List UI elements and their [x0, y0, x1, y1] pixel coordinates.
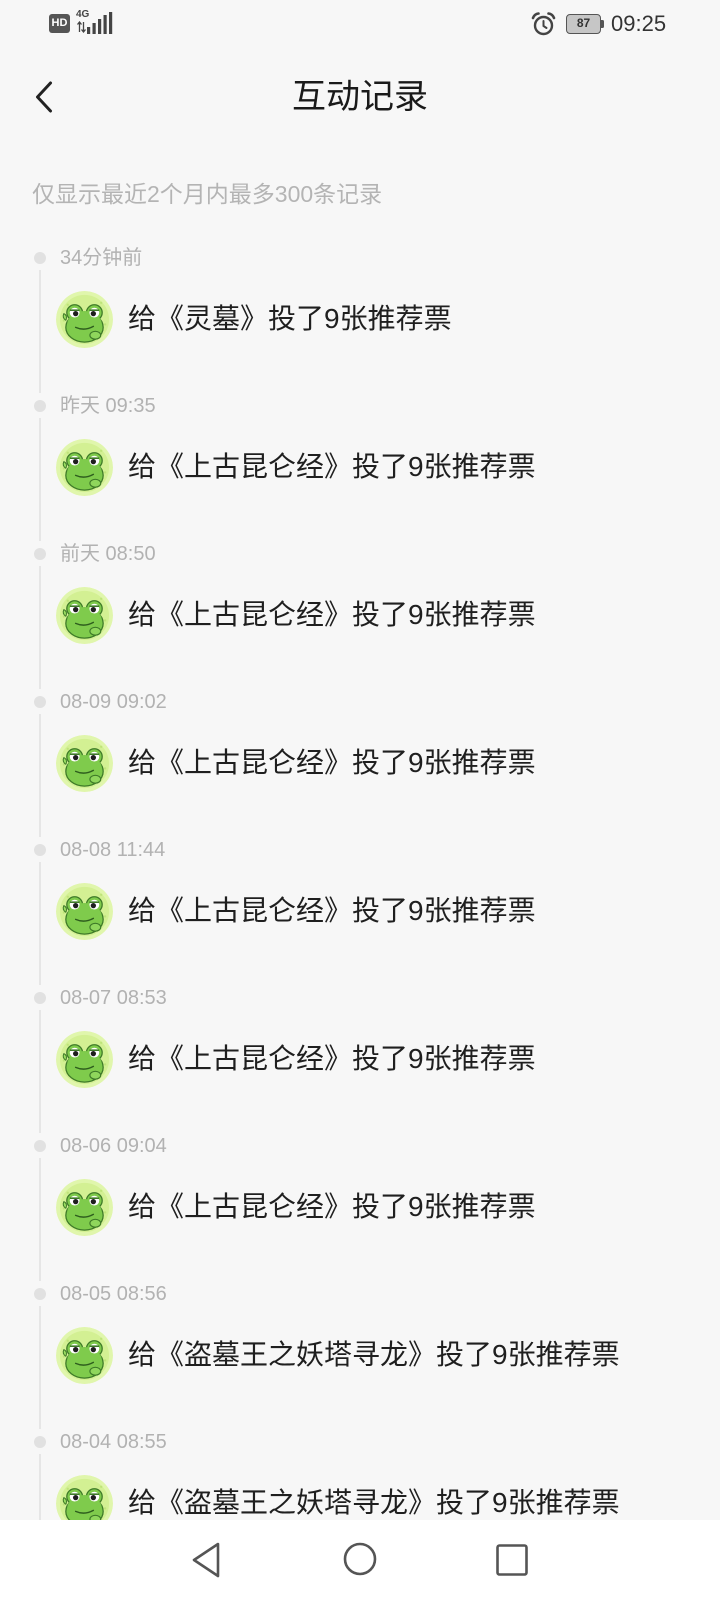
frog-icon	[56, 1178, 113, 1236]
record-time: 34分钟前	[60, 247, 143, 269]
frog-icon	[56, 1030, 113, 1088]
record-text: 给《灵墓》投了9张推荐票	[128, 303, 452, 334]
timeline-line	[39, 1158, 41, 1281]
record-text: 给《盗墓王之妖塔寻龙》投了9张推荐票	[128, 1487, 620, 1518]
timeline-line	[39, 1010, 41, 1133]
timeline-line	[39, 714, 41, 837]
record-item: 08-06 09:04 给《上古昆仑经》投了9张推荐票	[0, 1134, 720, 1282]
record-content[interactable]: 给《上古昆仑经》投了9张推荐票	[56, 882, 536, 940]
frog-icon	[56, 586, 113, 644]
timeline-dot	[34, 844, 46, 856]
record-item: 08-08 11:44 给《上古昆仑经》投了9张推荐票	[0, 838, 720, 986]
avatar	[56, 290, 113, 348]
record-text: 给《上古昆仑经》投了9张推荐票	[128, 1043, 536, 1074]
record-item: 08-09 09:02 给《上古昆仑经》投了9张推荐票	[0, 690, 720, 838]
frog-icon	[56, 882, 113, 940]
frog-icon	[56, 1326, 113, 1384]
battery-indicator: 87	[566, 14, 605, 34]
timeline-line	[39, 566, 41, 689]
record-time: 前天 08:50	[60, 543, 156, 565]
record-item: 34分钟前 给《灵墓》投了9张推荐票	[0, 246, 720, 394]
timeline-line	[39, 862, 41, 985]
record-text: 给《上古昆仑经》投了9张推荐票	[128, 599, 536, 630]
record-time: 08-08 11:44	[60, 839, 166, 861]
record-text: 给《上古昆仑经》投了9张推荐票	[128, 1191, 536, 1222]
timeline-dot	[34, 548, 46, 560]
frog-icon	[56, 438, 113, 496]
timeline-line	[39, 418, 41, 541]
record-text: 给《盗墓王之妖塔寻龙》投了9张推荐票	[128, 1339, 620, 1370]
record-content[interactable]: 给《上古昆仑经》投了9张推荐票	[56, 586, 536, 644]
record-item: 08-05 08:56 给《盗墓王之妖塔寻龙》投了9张推荐票	[0, 1282, 720, 1430]
record-time: 08-06 09:04	[60, 1135, 167, 1157]
record-content[interactable]: 给《盗墓王之妖塔寻龙》投了9张推荐票	[56, 1326, 620, 1384]
alarm-clock-icon	[531, 12, 556, 36]
record-item: 08-07 08:53 给《上古昆仑经》投了9张推荐票	[0, 986, 720, 1134]
record-content[interactable]: 给《上古昆仑经》投了9张推荐票	[56, 1178, 536, 1236]
records-list[interactable]: 34分钟前 给《灵墓》投了9张推荐票 昨天 09:35 给《上古昆仑经》投了9张…	[0, 246, 720, 1578]
timeline-line	[39, 270, 41, 393]
record-text: 给《上古昆仑经》投了9张推荐票	[128, 451, 536, 482]
square-recents-icon[interactable]	[495, 1543, 529, 1577]
avatar	[56, 734, 113, 792]
avatar	[56, 1326, 113, 1384]
battery-level: 87	[566, 14, 601, 34]
record-content[interactable]: 给《上古昆仑经》投了9张推荐票	[56, 1030, 536, 1088]
avatar	[56, 1178, 113, 1236]
avatar	[56, 586, 113, 644]
page-title: 互动记录	[292, 78, 428, 116]
record-content[interactable]: 给《上古昆仑经》投了9张推荐票	[56, 734, 536, 792]
record-content[interactable]: 给《灵墓》投了9张推荐票	[56, 290, 452, 348]
hd-badge: HD	[49, 14, 70, 33]
timeline-dot	[34, 252, 46, 264]
timeline-dot	[34, 696, 46, 708]
avatar	[56, 1030, 113, 1088]
data-arrows-icon	[77, 21, 86, 33]
timeline-dot	[34, 1288, 46, 1300]
system-navigation-bar	[0, 1520, 720, 1600]
record-time: 08-05 08:56	[60, 1283, 167, 1305]
record-item: 昨天 09:35 给《上古昆仑经》投了9张推荐票	[0, 394, 720, 542]
timeline-dot	[34, 1436, 46, 1448]
record-content[interactable]: 给《上古昆仑经》投了9张推荐票	[56, 438, 536, 496]
record-time: 08-09 09:02	[60, 691, 167, 713]
record-item: 前天 08:50 给《上古昆仑经》投了9张推荐票	[0, 542, 720, 690]
record-time: 08-07 08:53	[60, 987, 167, 1009]
circle-home-icon[interactable]	[343, 1542, 377, 1576]
frog-icon	[56, 290, 113, 348]
timeline-dot	[34, 1140, 46, 1152]
avatar	[56, 438, 113, 496]
timeline-line	[39, 1306, 41, 1429]
status-bar: HD 4G 87 09:25	[0, 0, 720, 49]
triangle-back-icon[interactable]	[190, 1541, 222, 1579]
record-time: 昨天 09:35	[60, 395, 156, 417]
battery-nub	[601, 20, 604, 28]
record-time: 08-04 08:55	[60, 1431, 167, 1453]
record-text: 给《上古昆仑经》投了9张推荐票	[128, 747, 536, 778]
avatar	[56, 882, 113, 940]
frog-icon	[56, 734, 113, 792]
record-text: 给《上古昆仑经》投了9张推荐票	[128, 895, 536, 926]
timeline-dot	[34, 400, 46, 412]
timeline-dot	[34, 992, 46, 1004]
status-time: 09:25	[611, 11, 667, 36]
records-notice: 仅显示最近2个月内最多300条记录	[32, 181, 383, 207]
signal-bars-icon	[87, 12, 113, 34]
